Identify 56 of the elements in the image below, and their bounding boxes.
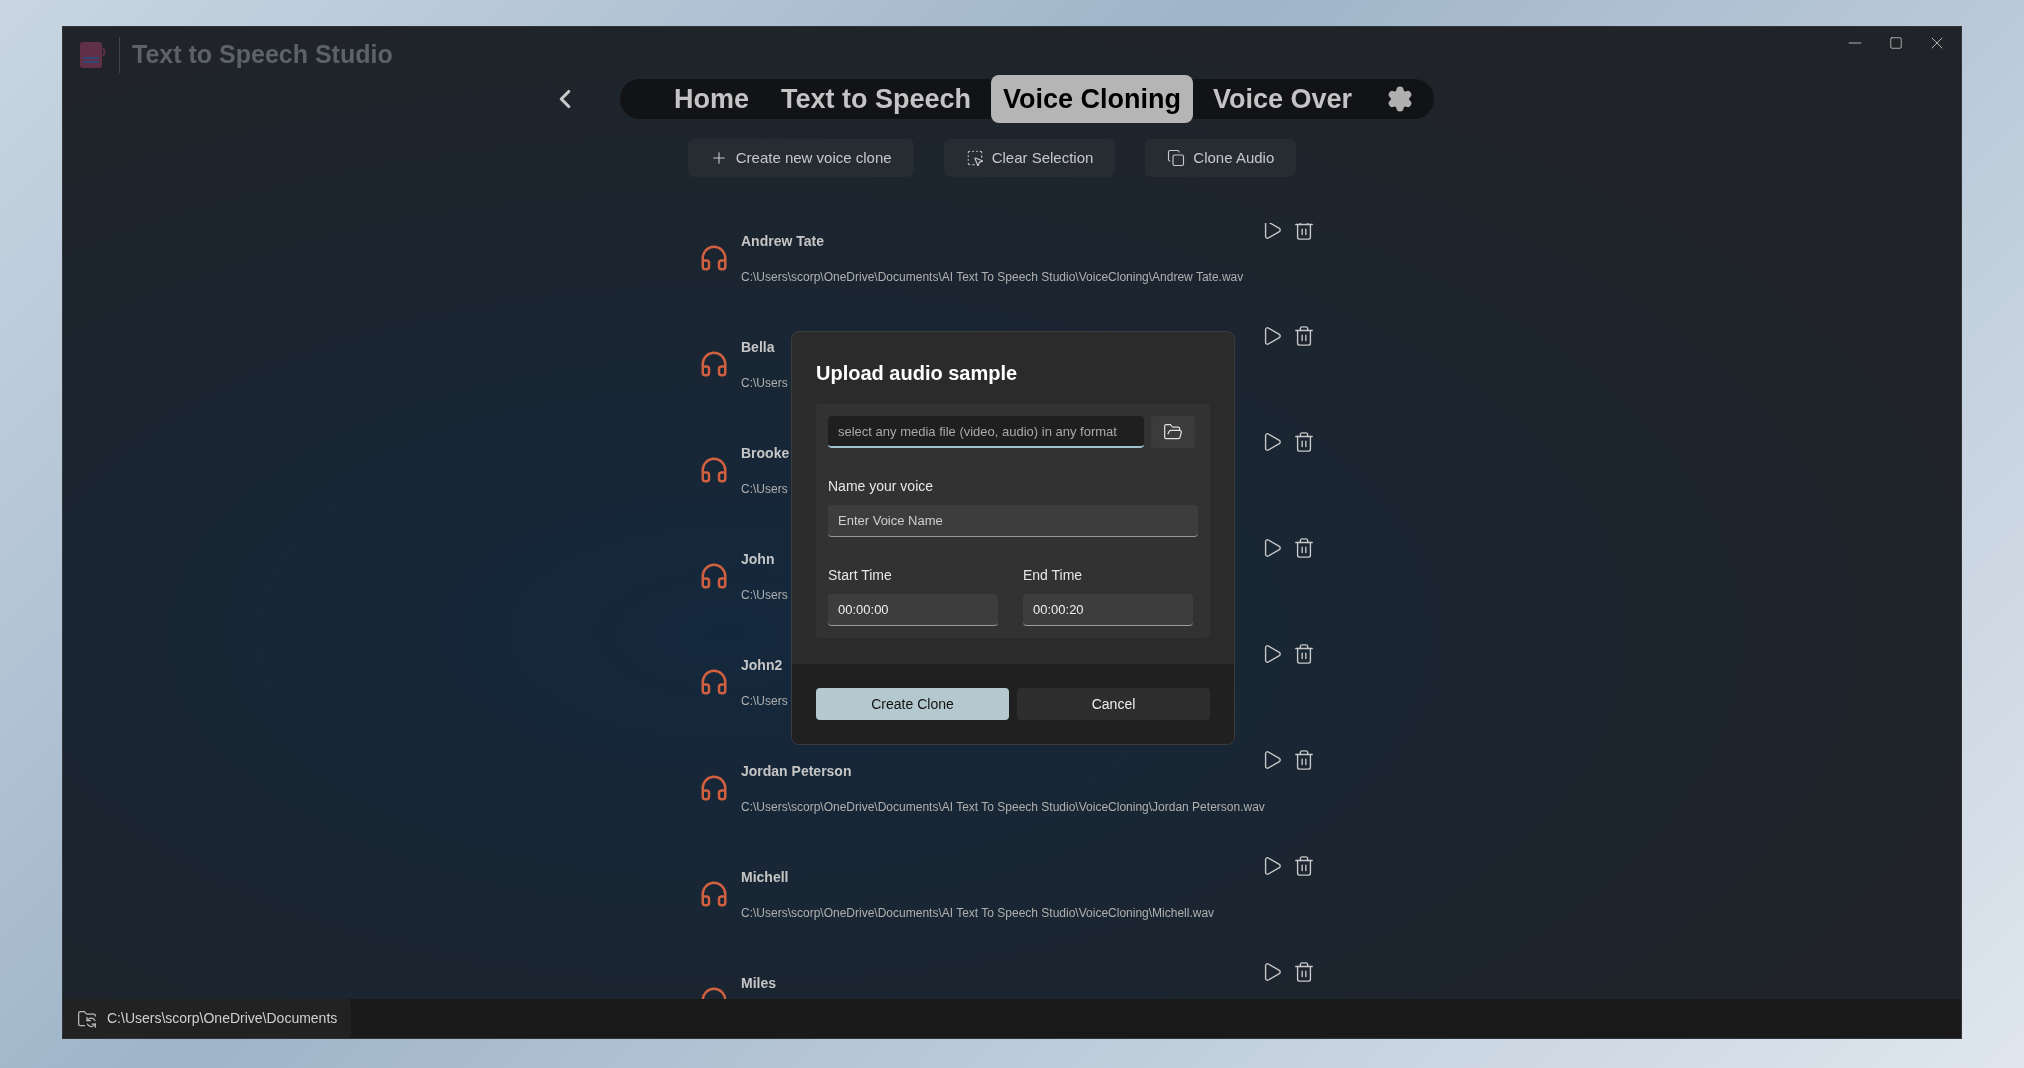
voice-name: John2 bbox=[741, 656, 784, 675]
delete-icon[interactable] bbox=[1293, 325, 1315, 347]
voice-name: Andrew Tate bbox=[741, 232, 825, 251]
voice-path: C:\Users bbox=[741, 587, 788, 604]
headphones-icon bbox=[699, 773, 729, 803]
voice-path: C:\Users bbox=[741, 481, 789, 498]
voice-name: Jordan Peterson bbox=[741, 762, 853, 781]
voice-name: Miles bbox=[741, 974, 776, 993]
app-logo-icon bbox=[79, 40, 107, 70]
voice-name: Brooke bbox=[741, 444, 790, 463]
nav-tab[interactable]: Text to Speech bbox=[768, 75, 983, 123]
delete-icon[interactable] bbox=[1293, 749, 1315, 771]
headphones-icon bbox=[699, 561, 729, 591]
delete-icon[interactable] bbox=[1293, 431, 1315, 453]
voice-path: C:\Users\scorp\OneDrive\Documents\AI Text To Speech Studio\VoiceCloning\Jordan Peterson.wav bbox=[741, 799, 1265, 816]
delete-icon[interactable] bbox=[1293, 537, 1315, 559]
nav-tab[interactable]: Home bbox=[661, 75, 761, 123]
nav-tab[interactable]: Voice Over bbox=[1201, 75, 1365, 123]
folder-open-icon bbox=[1163, 422, 1183, 442]
voice-path: C:\Users\scorp\OneDrive\Documents\AI Text To Speech Studio\VoiceCloning\Michell.wav bbox=[741, 905, 1215, 922]
voice-name: John bbox=[741, 550, 776, 569]
voice-path: C:\Users bbox=[741, 375, 788, 392]
nav-tab[interactable]: Voice Cloning bbox=[991, 75, 1193, 123]
name-label: Name your voice bbox=[828, 477, 935, 496]
start-time-field[interactable]: 00:00:00 bbox=[828, 594, 998, 626]
toolbar-button[interactable]: Clone Audio bbox=[1145, 139, 1297, 177]
folder-icon bbox=[77, 1008, 97, 1029]
headphones-icon bbox=[699, 667, 729, 697]
toolbar-button[interactable]: Clear Selection bbox=[943, 139, 1116, 177]
status-path: C:\Users\scorp\OneDrive\Documents bbox=[107, 1009, 338, 1028]
copy-icon bbox=[1167, 149, 1186, 167]
voice-name-field[interactable]: Enter Voice Name bbox=[828, 505, 1198, 537]
voice-name: Bella bbox=[741, 338, 776, 357]
voice-name: Michell bbox=[741, 868, 790, 887]
dialog-title: Upload audio sample bbox=[816, 361, 1019, 386]
create-clone-button[interactable]: Create Clone bbox=[816, 688, 1009, 720]
browse-button[interactable] bbox=[1151, 416, 1195, 448]
end-time-label: End Time bbox=[1023, 566, 1084, 585]
voice-path: C:\Users\scorp\OneDrive\Documents\AI Text To Speech Studio\VoiceCloning\Andrew Tate.wav bbox=[741, 269, 1244, 286]
toolbar-button[interactable]: Create new voice clone bbox=[687, 139, 914, 177]
voice-path: C:\Users bbox=[741, 693, 788, 710]
end-time-field[interactable]: 00:00:20 bbox=[1023, 594, 1193, 626]
headphones-icon bbox=[699, 879, 729, 909]
start-time-label: Start Time bbox=[828, 566, 893, 585]
window-title: Text to Speech Studio bbox=[132, 39, 393, 71]
headphones-icon bbox=[699, 349, 729, 379]
selection-icon bbox=[965, 149, 984, 167]
delete-icon[interactable] bbox=[1293, 855, 1315, 877]
cancel-button[interactable]: Cancel bbox=[1017, 688, 1210, 720]
file-field[interactable]: select any media file (video, audio) in any format bbox=[828, 416, 1144, 448]
headphones-icon bbox=[699, 455, 729, 485]
headphones-icon bbox=[699, 243, 729, 273]
delete-icon[interactable] bbox=[1293, 223, 1315, 241]
maximize-icon[interactable] bbox=[1889, 36, 1903, 50]
delete-icon[interactable] bbox=[1293, 961, 1315, 983]
delete-icon[interactable] bbox=[1293, 643, 1315, 665]
